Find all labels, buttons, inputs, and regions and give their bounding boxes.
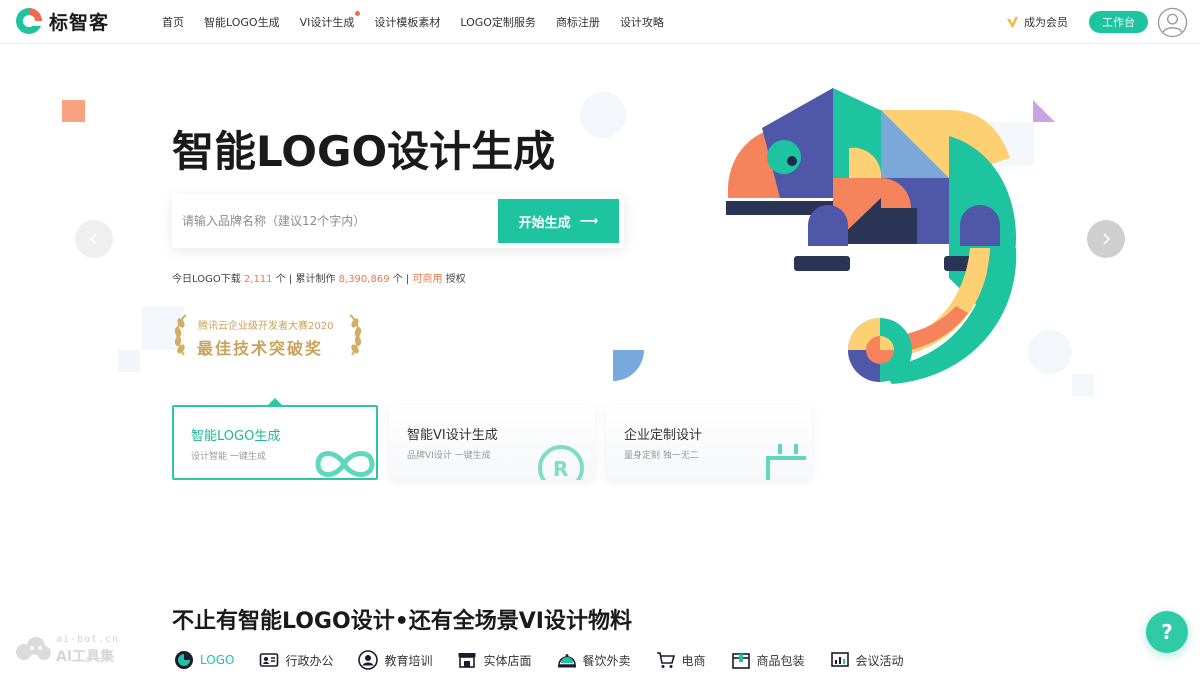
chevron-left-icon <box>89 233 97 245</box>
category-tab-food[interactable]: 餐饮外卖 <box>557 650 631 670</box>
watermark-url: ai-bot.cn <box>56 634 120 645</box>
category-tab-office[interactable]: 行政办公 <box>259 650 333 670</box>
card-logo-generate[interactable]: 智能LOGO生成 设计智能 一键生成 <box>172 405 378 480</box>
svg-text:R: R <box>553 457 568 480</box>
category-label: 教育培训 <box>384 653 433 668</box>
watermark-name: AI工具集 <box>56 649 115 665</box>
stats-line: 今日LOGO下载 2,111 个 | 累计制作 8,390,869 个 | 可商… <box>172 270 466 285</box>
start-generate-button[interactable]: 开始生成 ⟶ <box>498 199 619 243</box>
deco-pale-circle <box>580 92 626 138</box>
become-member-label: 成为会员 <box>1024 16 1068 29</box>
category-tab-store[interactable]: 实体店面 <box>457 650 532 670</box>
category-tab-events[interactable]: 会议活动 <box>830 650 904 670</box>
stats-prefix: 今日LOGO下载 <box>172 274 241 285</box>
carousel-next-button[interactable] <box>1087 220 1125 258</box>
custom-frame-icon <box>766 444 806 480</box>
card-vi-generate[interactable]: 智能VI设计生成 品牌VI设计 一键生成 R <box>389 405 595 480</box>
chart-board-icon <box>830 652 849 667</box>
card-title: 智能VI设计生成 <box>407 428 498 443</box>
card-subtitle: 量身定制 独一无二 <box>624 451 699 461</box>
category-label: 行政办公 <box>285 653 334 668</box>
brand-logo[interactable]: 标智客 <box>14 6 109 36</box>
id-card-icon <box>260 653 279 667</box>
stats-total: 8,390,869 <box>338 274 390 285</box>
category-label: 实体店面 <box>483 653 532 668</box>
deco-orange-square <box>62 100 85 122</box>
card-title: 企业定制设计 <box>624 428 703 443</box>
brand-mark-icon <box>16 8 42 34</box>
help-button[interactable]: ? <box>1146 611 1188 653</box>
stats-unit1: 个 | 累计制作 <box>275 274 336 285</box>
carousel-prev-button[interactable] <box>75 220 113 258</box>
nav-item-home[interactable]: 首页 <box>162 14 184 30</box>
watermark: ai-bot.cn AI工具集 <box>14 634 134 666</box>
chameleon-illustration <box>726 88 1017 384</box>
main-nav: 首页 智能LOGO生成 VI设计生成 设计模板素材 LOGO定制服务 商标注册 … <box>152 0 674 44</box>
award-badge: 腾讯云企业级开发者大赛2020 最佳技术突破奖 <box>172 313 364 359</box>
cart-icon <box>656 652 675 668</box>
food-cloche-icon <box>557 654 576 668</box>
category-label: LOGO <box>200 653 235 667</box>
vip-v-icon <box>1006 16 1019 27</box>
deco-purple-triangle <box>1033 100 1055 122</box>
stats-suffix: 授权 <box>445 274 466 285</box>
category-tab-ecommerce[interactable]: 电商 <box>656 650 706 670</box>
category-label: 商品包装 <box>756 653 805 668</box>
laurel-left-icon <box>174 314 187 356</box>
watermark-logo-icon <box>16 637 51 660</box>
new-dot-badge <box>355 11 361 16</box>
storefront-icon <box>458 653 476 668</box>
category-tab-education[interactable]: 教育培训 <box>358 650 432 670</box>
top-header: 标智客 首页 智能LOGO生成 VI设计生成 设计模板素材 LOGO定制服务 商… <box>0 0 1200 44</box>
infinity-icon <box>315 451 375 477</box>
active-card-pointer <box>268 398 282 405</box>
chevron-right-icon <box>1103 233 1111 245</box>
nav-item-templates[interactable]: 设计模板素材 <box>374 14 440 30</box>
brand-search-box: 开始生成 ⟶ <box>172 194 624 248</box>
become-member-link[interactable]: 成为会员 <box>1006 14 1068 30</box>
category-label: 会议活动 <box>855 653 904 668</box>
category-tab-logo[interactable]: LOGO <box>174 650 234 670</box>
logo-icon <box>175 651 193 669</box>
nav-item-guides[interactable]: 设计攻略 <box>620 14 664 30</box>
card-title: 智能LOGO生成 <box>191 429 281 444</box>
deco-light-square <box>118 350 140 372</box>
card-custom-design[interactable]: 企业定制设计 量身定制 独一无二 <box>606 405 812 480</box>
nav-item-logo-generate[interactable]: 智能LOGO生成 <box>204 14 280 30</box>
registered-icon: R <box>538 445 584 480</box>
nav-item-label: VI设计生成 <box>299 16 355 29</box>
deco-pale-circle-right <box>1028 330 1072 374</box>
hero-title: 智能LOGO设计生成 <box>172 127 556 176</box>
section-title: 不止有智能LOGO设计•还有全场景VI设计物料 <box>172 609 632 634</box>
award-event: 腾讯云企业级开发者大赛2020 <box>198 321 334 332</box>
category-label: 餐饮外卖 <box>582 653 631 668</box>
category-label: 电商 <box>681 653 706 668</box>
package-icon <box>731 653 750 669</box>
category-tabs: LOGO 行政办公 教育培训 实体店面 餐饮外卖 电商 商品包装 会议活动 <box>174 650 929 670</box>
arrow-right-icon: ⟶ <box>579 213 599 229</box>
card-subtitle: 品牌VI设计 一键生成 <box>407 451 491 461</box>
nav-item-logo-custom[interactable]: LOGO定制服务 <box>460 14 536 30</box>
stats-unit2: 个 | <box>392 274 410 285</box>
stats-downloads: 2,111 <box>243 274 273 285</box>
laurel-right-icon <box>349 314 362 356</box>
brand-name: 标智客 <box>49 11 110 34</box>
user-avatar-icon[interactable] <box>1157 7 1188 38</box>
category-tab-packaging[interactable]: 商品包装 <box>731 650 805 670</box>
teacher-icon <box>358 650 379 670</box>
brand-name-input[interactable] <box>182 209 482 233</box>
deco-blue-quarter <box>613 350 644 381</box>
card-subtitle: 设计智能 一键生成 <box>191 452 266 462</box>
start-generate-label: 开始生成 <box>518 215 571 231</box>
award-title: 最佳技术突破奖 <box>197 339 324 358</box>
deco-light-square-right-small <box>1072 374 1094 396</box>
workbench-button[interactable]: 工作台 <box>1089 11 1148 33</box>
commercial-link[interactable]: 可商用 <box>413 274 443 285</box>
nav-item-trademark[interactable]: 商标注册 <box>556 14 600 30</box>
nav-item-vi-generate[interactable]: VI设计生成 <box>299 11 361 30</box>
